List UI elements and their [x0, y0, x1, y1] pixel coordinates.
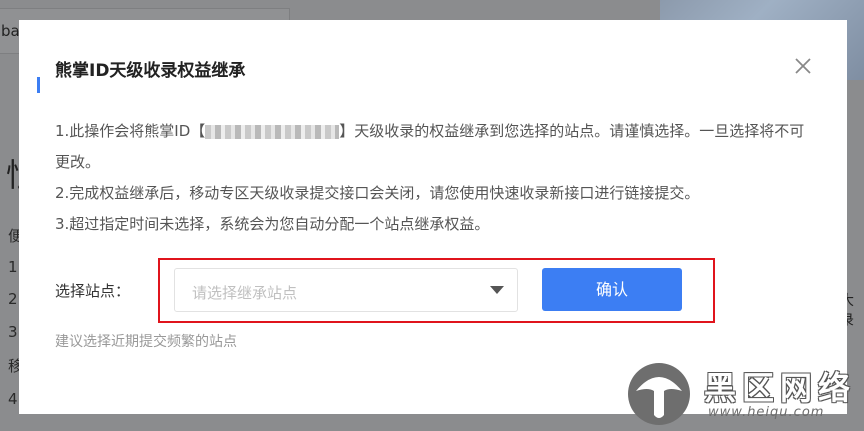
close-icon: [795, 58, 811, 74]
watermark-title: 黑区网络: [704, 369, 857, 407]
accent-bar: [37, 77, 40, 93]
notice-item-3: 3.超过指定时间未选择，系统会为您自动分配一个站点继承权益。: [55, 215, 490, 233]
watermark: 黑区网络 www.heiqu.com: [624, 357, 864, 431]
site-select-placeholder: 请选择继承站点: [192, 284, 298, 302]
inherit-dialog: 熊掌ID天级收录权益继承 1.此操作会将熊掌ID【 】天级收录的权益继承到您选择的…: [19, 20, 847, 414]
site-select-label: 选择站点：: [55, 282, 131, 300]
site-select[interactable]: 请选择继承站点: [174, 268, 518, 312]
dialog-title: 熊掌ID天级收录权益继承: [55, 61, 246, 81]
background-text: 3: [8, 323, 18, 341]
notice-item-2: 2.完成权益继承后，移动专区天级收录提交接口会关闭，请您使用快速收录新接口进行链…: [55, 184, 700, 202]
notice-list: 1.此操作会将熊掌ID【 】天级收录的权益继承到您选择的站点。请谨慎选择。一旦选择…: [55, 116, 815, 240]
confirm-button[interactable]: 确认: [542, 268, 682, 311]
notice-item-1: 1.此操作会将熊掌ID【 】天级收录的权益继承到您选择的站点。请谨慎选择。一旦选择…: [55, 122, 805, 171]
close-button[interactable]: [793, 56, 813, 76]
site-hint: 建议选择近期提交频繁的站点: [55, 334, 237, 350]
watermark-url: www.heiqu.com: [708, 405, 825, 420]
redacted-id: [205, 124, 340, 139]
background-text: 1: [8, 258, 18, 276]
background-text: 2: [8, 290, 18, 308]
caret-down-icon: [490, 286, 504, 294]
mushroom-logo-icon: [628, 363, 690, 425]
background-text: 4: [8, 390, 18, 408]
